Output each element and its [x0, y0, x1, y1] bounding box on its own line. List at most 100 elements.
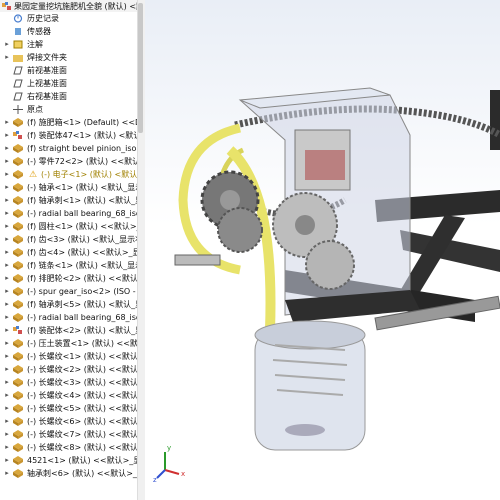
- part-icon: [13, 287, 23, 296]
- side-mount-plate: [174, 254, 221, 266]
- tree-item[interactable]: ▸ (-) 长螺纹<8> (默认) <<默认>_: [0, 441, 137, 454]
- triad-label-y: y: [167, 444, 171, 452]
- tree-item-label: (-) radial ball bearing_68_iso<: [27, 209, 137, 218]
- expand-arrow-icon[interactable]: ▸: [3, 363, 11, 376]
- tree-item[interactable]: ▸ (-) 轴承<1> (默认) <默认_显示状: [0, 181, 137, 194]
- sprocket-inner: [217, 207, 263, 253]
- part-icon: [13, 391, 23, 400]
- tree-item-label: (-) 长螺纹<4> (默认) <<默认>_: [27, 391, 137, 400]
- expand-arrow-icon[interactable]: ▸: [3, 116, 11, 129]
- tree-item[interactable]: ▸ (-) 压土装置<1> (默认) <<默认: [0, 337, 137, 350]
- expand-arrow-icon[interactable]: ▸: [3, 350, 11, 363]
- expand-arrow-icon[interactable]: ▸: [3, 337, 11, 350]
- expand-arrow-icon[interactable]: ▸: [3, 428, 11, 441]
- part-icon: [13, 274, 23, 283]
- expand-arrow-icon[interactable]: ▸: [3, 415, 11, 428]
- expand-arrow-icon[interactable]: ▸: [3, 376, 11, 389]
- tree-item[interactable]: ▸ (-) 长螺纹<5> (默认) <<默认>_: [0, 402, 137, 415]
- tree-item[interactable]: ▸ (-) radial ball bearing_68_iso<: [0, 207, 137, 220]
- expand-arrow-icon[interactable]: ▸: [3, 142, 11, 155]
- triad-label-x: x: [181, 470, 185, 478]
- expand-arrow-icon[interactable]: ▸: [3, 207, 11, 220]
- expand-arrow-icon[interactable]: ▸: [3, 129, 11, 142]
- expand-arrow-icon[interactable]: ▸: [3, 311, 11, 324]
- tree-item[interactable]: ▸ (f) 装配体47<1> (默认) <默认_显: [0, 129, 137, 142]
- tree-item[interactable]: ▸ (f) 轴承刺<5> (默认) <默认_显示: [0, 298, 137, 311]
- expand-arrow-icon[interactable]: ▸: [3, 194, 11, 207]
- tree-item[interactable]: ▸ (-) 零件72<2> (默认) <<默认>_显: [0, 155, 137, 168]
- tree-item[interactable]: ▸ (-) 长螺纹<7> (默认) <<默认>_: [0, 428, 137, 441]
- tree-item[interactable]: 原点: [0, 103, 137, 116]
- expand-arrow-icon[interactable]: ▸: [3, 454, 11, 467]
- tree-item[interactable]: ▸ (f) 施肥箱<1> (Default) <<Defa: [0, 116, 137, 129]
- expand-arrow-icon[interactable]: ▸: [3, 467, 11, 480]
- tree-item[interactable]: ▸ (-) spur gear_iso<2> (ISO - Sp: [0, 285, 137, 298]
- tree-item[interactable]: ▸ (f) straight bevel pinion_iso<1: [0, 142, 137, 155]
- part-icon: [13, 144, 23, 153]
- tree-item[interactable]: ▸ (f) 链条<1> (默认) <默认_显示状: [0, 259, 137, 272]
- part-icon: [13, 339, 23, 348]
- tree-item[interactable]: ▸ 注解: [0, 38, 137, 51]
- tree-item[interactable]: ▸ (f) 齿<3> (默认) <默认_显示状: [0, 233, 137, 246]
- tree-item-label: (f) 轴承刺<5> (默认) <默认_显示: [27, 300, 137, 309]
- tree-item-label: (f) 轴承刺<1> (默认) <默认_显示: [27, 196, 137, 205]
- tree-item-label: (f) 排肥轮<2> (默认) <<默认>_显: [27, 274, 137, 283]
- part-icon: [13, 352, 23, 361]
- tree-item[interactable]: ▸ 轴承刺<6> (默认) <<默认>_显: [0, 467, 137, 480]
- tree-item-label: 前视基准面: [27, 66, 67, 75]
- tree-item[interactable]: ▸ (f) 排肥轮<2> (默认) <<默认>_显: [0, 272, 137, 285]
- expand-arrow-icon[interactable]: ▸: [3, 298, 11, 311]
- tree-item[interactable]: ▸ (-) radial ball bearing_68_iso<: [0, 311, 137, 324]
- expand-arrow-icon[interactable]: ▸: [3, 324, 11, 337]
- expand-arrow-icon[interactable]: ▸: [3, 220, 11, 233]
- tree-item-label: (-) spur gear_iso<2> (ISO - Sp: [27, 287, 137, 296]
- expand-arrow-icon[interactable]: ▸: [3, 272, 11, 285]
- part-icon: [13, 118, 23, 127]
- expand-arrow-icon[interactable]: ▸: [3, 285, 11, 298]
- tree-item[interactable]: ▸ (f) 装配体<2> (默认) <默认_显: [0, 324, 137, 337]
- tree-item-label: (-) 电子<1> (默认) <默认_显: [41, 170, 137, 179]
- tree-item[interactable]: ▸ (-) 长螺纹<2> (默认) <<默认>_: [0, 363, 137, 376]
- expand-arrow-icon[interactable]: ▸: [3, 233, 11, 246]
- graphics-viewport[interactable]: y x z: [145, 0, 500, 500]
- tree-item[interactable]: ▸ (-) 长螺纹<3> (默认) <<默认>_: [0, 376, 137, 389]
- tree-scrollbar-thumb[interactable]: [138, 3, 143, 133]
- tree-item[interactable]: 传感器: [0, 25, 137, 38]
- tree-item-label: (f) 齿<4> (默认) <<默认>_显示: [27, 248, 137, 257]
- view-triad: [156, 452, 180, 479]
- tree-item[interactable]: ▸ (-) 长螺纹<6> (默认) <<默认>_: [0, 415, 137, 428]
- tree-item[interactable]: 前视基准面: [0, 64, 137, 77]
- tree-item[interactable]: ▸ 4521<1> (默认) <<默认>_显示: [0, 454, 137, 467]
- part-icon: [13, 235, 23, 244]
- expand-arrow-icon[interactable]: ▸: [3, 168, 11, 181]
- origin-icon: [13, 105, 23, 114]
- tree-item-label: (-) 长螺纹<1> (默认) <<默认>_: [27, 352, 137, 361]
- tree-item[interactable]: 历史记录: [0, 12, 137, 25]
- expand-arrow-icon[interactable]: ▸: [3, 441, 11, 454]
- expand-arrow-icon[interactable]: ▸: [3, 389, 11, 402]
- expand-arrow-icon[interactable]: ▸: [3, 38, 11, 51]
- tree-item[interactable]: 右视基准面: [0, 90, 137, 103]
- expand-arrow-icon[interactable]: ▸: [3, 155, 11, 168]
- tree-item[interactable]: ▸ ⚠(-) 电子<1> (默认) <默认_显: [0, 168, 137, 181]
- part-icon: [13, 261, 23, 270]
- tree-item[interactable]: 上视基准面: [0, 77, 137, 90]
- expand-arrow-icon[interactable]: ▸: [3, 51, 11, 64]
- tree-item[interactable]: ▸ (-) 长螺纹<4> (默认) <<默认>_: [0, 389, 137, 402]
- expand-arrow-icon[interactable]: ▸: [3, 181, 11, 194]
- tree-item-label: (f) 齿<3> (默认) <默认_显示状: [27, 235, 137, 244]
- tree-item[interactable]: ▸ 焊接文件夹: [0, 51, 137, 64]
- warning-icon: ⚠: [29, 170, 38, 180]
- tree-item-label: (-) 长螺纹<8> (默认) <<默认>_: [27, 443, 137, 452]
- tree-item[interactable]: ▸ (f) 齿<4> (默认) <<默认>_显示: [0, 246, 137, 259]
- tree-item-label: (f) 装配体<2> (默认) <默认_显: [27, 326, 137, 335]
- expand-arrow-icon[interactable]: ▸: [3, 259, 11, 272]
- expand-arrow-icon[interactable]: ▸: [3, 246, 11, 259]
- tree-item[interactable]: ▸ (f) 圆柱<1> (默认) <<默认>_显示: [0, 220, 137, 233]
- tree-item[interactable]: ▸ (f) 轴承刺<1> (默认) <默认_显示: [0, 194, 137, 207]
- assembly-icon: [13, 131, 23, 140]
- tree-item-label: (-) 零件72<2> (默认) <<默认>_显: [27, 157, 137, 166]
- tree-item[interactable]: ▸ (-) 长螺纹<1> (默认) <<默认>_: [0, 350, 137, 363]
- tree-item-label: (f) 装配体47<1> (默认) <默认_显: [27, 131, 137, 140]
- expand-arrow-icon[interactable]: ▸: [3, 402, 11, 415]
